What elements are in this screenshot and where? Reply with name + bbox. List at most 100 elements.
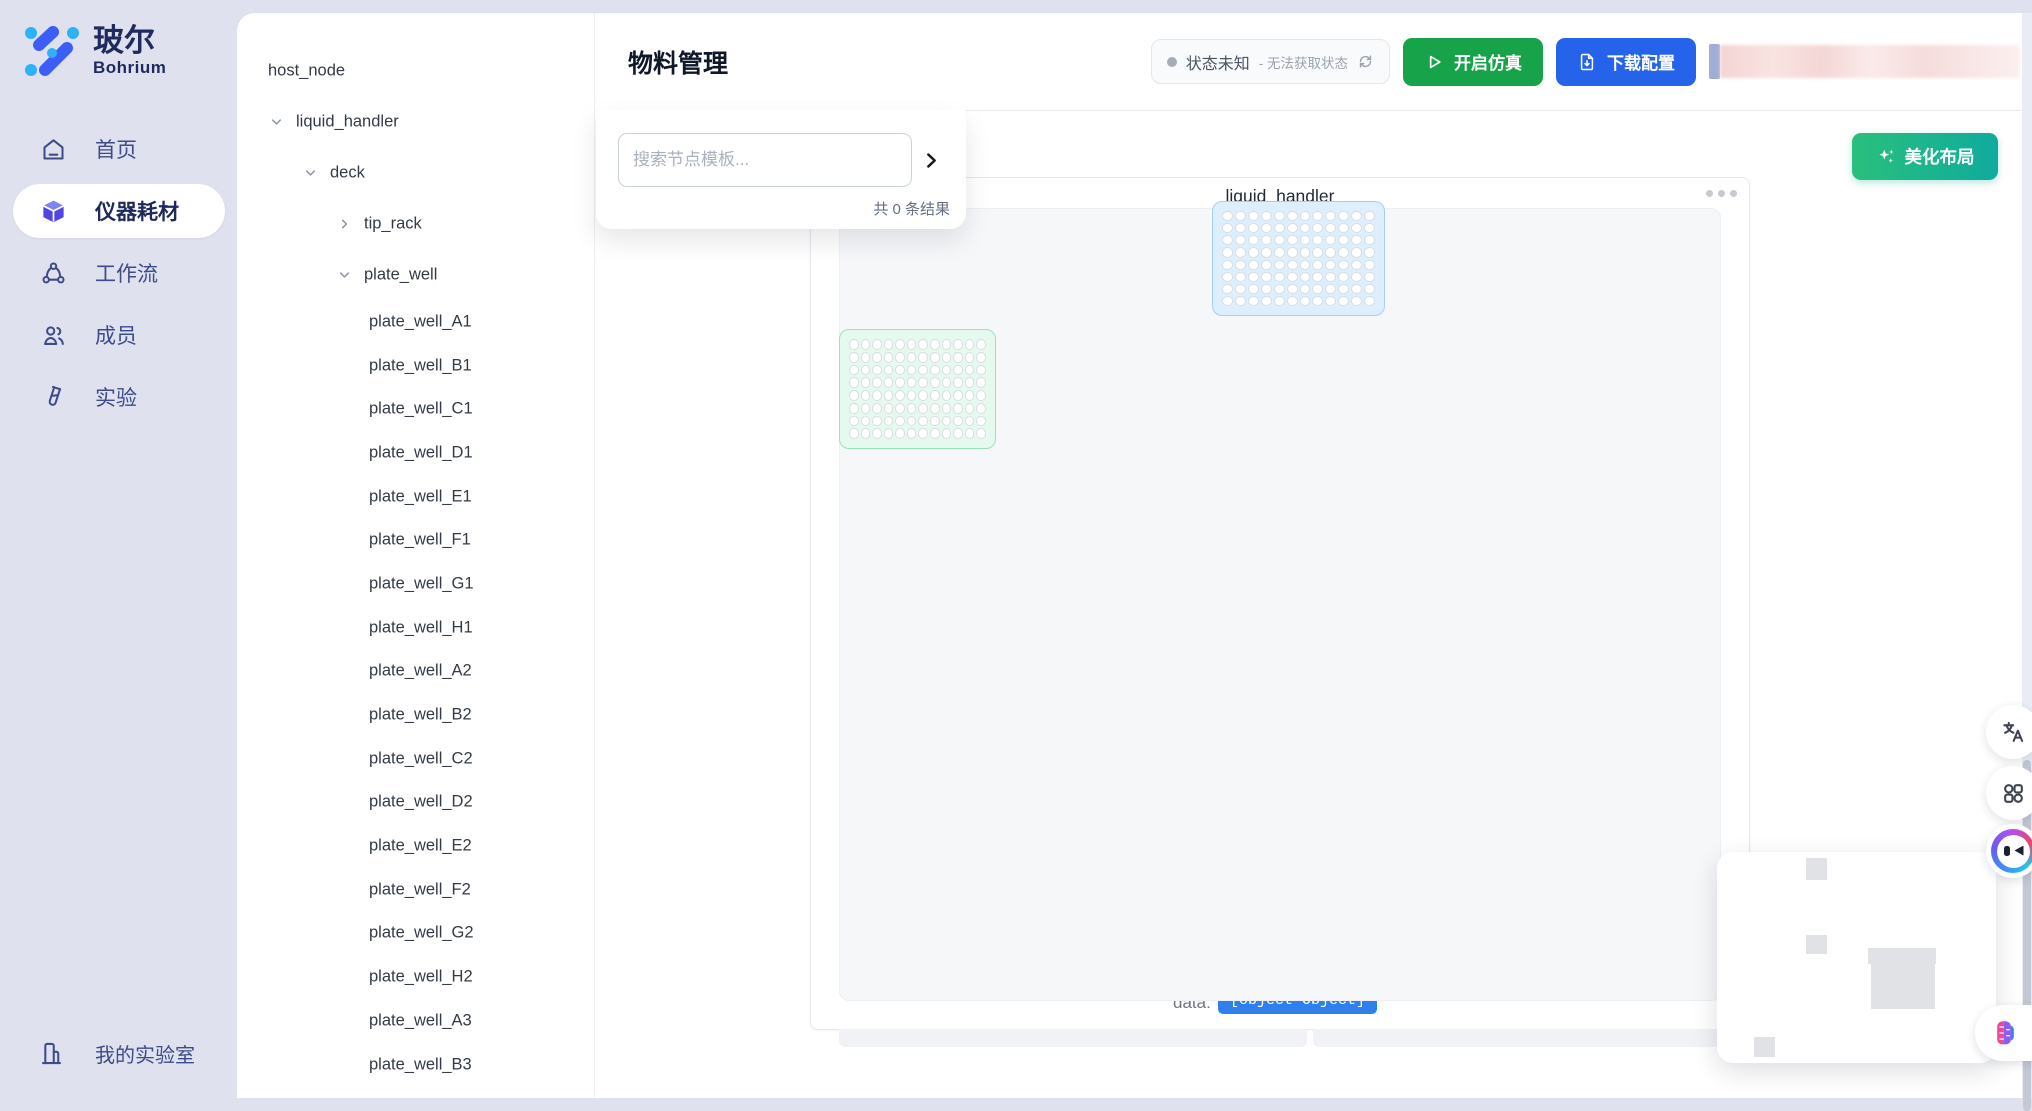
tree-item-plate_well_A3[interactable]: plate_well_A3 (237, 999, 594, 1043)
liquid-handler-node[interactable]: liquid_handler data: [object Object] (810, 177, 1750, 1030)
sidebar-item-workflow[interactable]: 工作流 (0, 242, 237, 304)
well (1312, 247, 1323, 257)
well (1222, 211, 1233, 221)
well (1325, 260, 1336, 270)
well (1312, 272, 1323, 282)
tree-item-plate_well_H2[interactable]: plate_well_H2 (237, 955, 594, 999)
sidebar-item-label: 成员 (95, 320, 137, 350)
tree-item-plate_well_H1[interactable]: plate_well_H1 (237, 606, 594, 650)
well (1274, 260, 1285, 270)
well (1364, 272, 1375, 282)
well (1222, 284, 1233, 294)
tree-item-plate_well_G2[interactable]: plate_well_G2 (237, 912, 594, 956)
file-download-icon (1577, 52, 1597, 72)
chevron-down-icon[interactable] (269, 114, 284, 129)
node-menu-dots-icon[interactable] (1706, 190, 1737, 197)
well (861, 403, 871, 414)
sidebar-item-home[interactable]: 首页 (0, 118, 237, 180)
well (1364, 235, 1375, 245)
sidebar-item-label: 工作流 (95, 258, 158, 288)
well (849, 365, 859, 376)
cube-icon (40, 198, 67, 225)
well (918, 377, 928, 388)
chevron-down-icon[interactable] (337, 267, 352, 282)
start-simulation-button[interactable]: 开启仿真 (1403, 38, 1543, 86)
tree-item-plate_well_F1[interactable]: plate_well_F1 (237, 518, 594, 562)
minimap-node (1806, 858, 1827, 880)
sidebar-item-my-lab[interactable]: 我的实验室 (0, 1026, 237, 1080)
well (976, 390, 986, 401)
tree-item-host_node[interactable]: host_node (237, 45, 594, 96)
tree-item-tip_rack[interactable]: tip_rack (237, 198, 594, 249)
tree-item-plate_well_A1[interactable]: plate_well_A1 (237, 300, 594, 344)
sidebar-nav: 首页 仪器耗材 工作流 成员 实验 (0, 118, 237, 428)
tree-item-plate_well_G1[interactable]: plate_well_G1 (237, 562, 594, 606)
well (976, 339, 986, 350)
well (953, 428, 963, 439)
well (872, 403, 882, 414)
download-config-button[interactable]: 下载配置 (1556, 38, 1696, 86)
plate-well-plate[interactable] (839, 329, 996, 449)
well (895, 352, 905, 363)
well (1325, 211, 1336, 221)
well (861, 339, 871, 350)
well (1364, 260, 1375, 270)
tree-item-plate_well[interactable]: plate_well (237, 249, 594, 300)
well (907, 403, 917, 414)
chevron-down-icon[interactable] (303, 165, 318, 180)
sidebar-item-members[interactable]: 成员 (0, 304, 237, 366)
tree-item-plate_well_C1[interactable]: plate_well_C1 (237, 387, 594, 431)
tree-item-plate_well_B3[interactable]: plate_well_B3 (237, 1043, 594, 1087)
components-button[interactable] (1986, 766, 2032, 820)
well (976, 403, 986, 414)
sidebar-item-instruments[interactable]: 仪器耗材 (0, 180, 237, 242)
well (942, 339, 952, 350)
well (930, 365, 940, 376)
tree-item-plate_well_D2[interactable]: plate_well_D2 (237, 781, 594, 825)
minimap[interactable] (1717, 852, 1996, 1063)
translate-button[interactable] (1986, 705, 2032, 759)
tree-item-plate_well_E1[interactable]: plate_well_E1 (237, 475, 594, 519)
well (1325, 284, 1336, 294)
well (942, 365, 952, 376)
well (953, 352, 963, 363)
well (872, 390, 882, 401)
search-input[interactable] (618, 133, 912, 187)
well (942, 428, 952, 439)
well (976, 352, 986, 363)
chevron-right-icon[interactable] (918, 147, 944, 173)
well (884, 377, 894, 388)
tree-item-label: plate_well_C2 (369, 749, 473, 768)
tree-item-plate_well_E2[interactable]: plate_well_E2 (237, 824, 594, 868)
workflow-icon (40, 260, 67, 287)
well (1287, 296, 1298, 306)
brain-tool-button[interactable] (1975, 1005, 2032, 1061)
well (1235, 284, 1246, 294)
tree-item-plate_well_A2[interactable]: plate_well_A2 (237, 650, 594, 694)
well (1235, 260, 1246, 270)
well (1300, 272, 1311, 282)
tree-item-label: tip_rack (364, 214, 422, 233)
refresh-icon[interactable] (1357, 53, 1374, 70)
well (1248, 235, 1259, 245)
well (1364, 284, 1375, 294)
tree-item-liquid_handler[interactable]: liquid_handler (237, 96, 594, 147)
tree-item-plate_well_B1[interactable]: plate_well_B1 (237, 344, 594, 388)
sidebar-item-experiments[interactable]: 实验 (0, 366, 237, 428)
tree-item-label: plate_well_A3 (369, 1011, 472, 1030)
sidebar: 玻尔 Bohrium 首页 仪器耗材 工作流 成员 (0, 0, 237, 1098)
tip-rack-plate[interactable] (1212, 201, 1385, 316)
ai-assistant-button[interactable] (1986, 824, 2032, 878)
well (1274, 223, 1285, 233)
brain-icon (1988, 1017, 2020, 1049)
tree-item-plate_well_C2[interactable]: plate_well_C2 (237, 737, 594, 781)
well (884, 403, 894, 414)
chevron-right-icon[interactable] (337, 216, 352, 231)
beautify-layout-button[interactable]: 美化布局 (1852, 133, 1998, 180)
tree-item-plate_well_B2[interactable]: plate_well_B2 (237, 693, 594, 737)
tree-item-plate_well_D1[interactable]: plate_well_D1 (237, 431, 594, 475)
tree-item-plate_well_F2[interactable]: plate_well_F2 (237, 868, 594, 912)
well (849, 390, 859, 401)
well (1248, 247, 1259, 257)
tree-item-deck[interactable]: deck (237, 147, 594, 198)
